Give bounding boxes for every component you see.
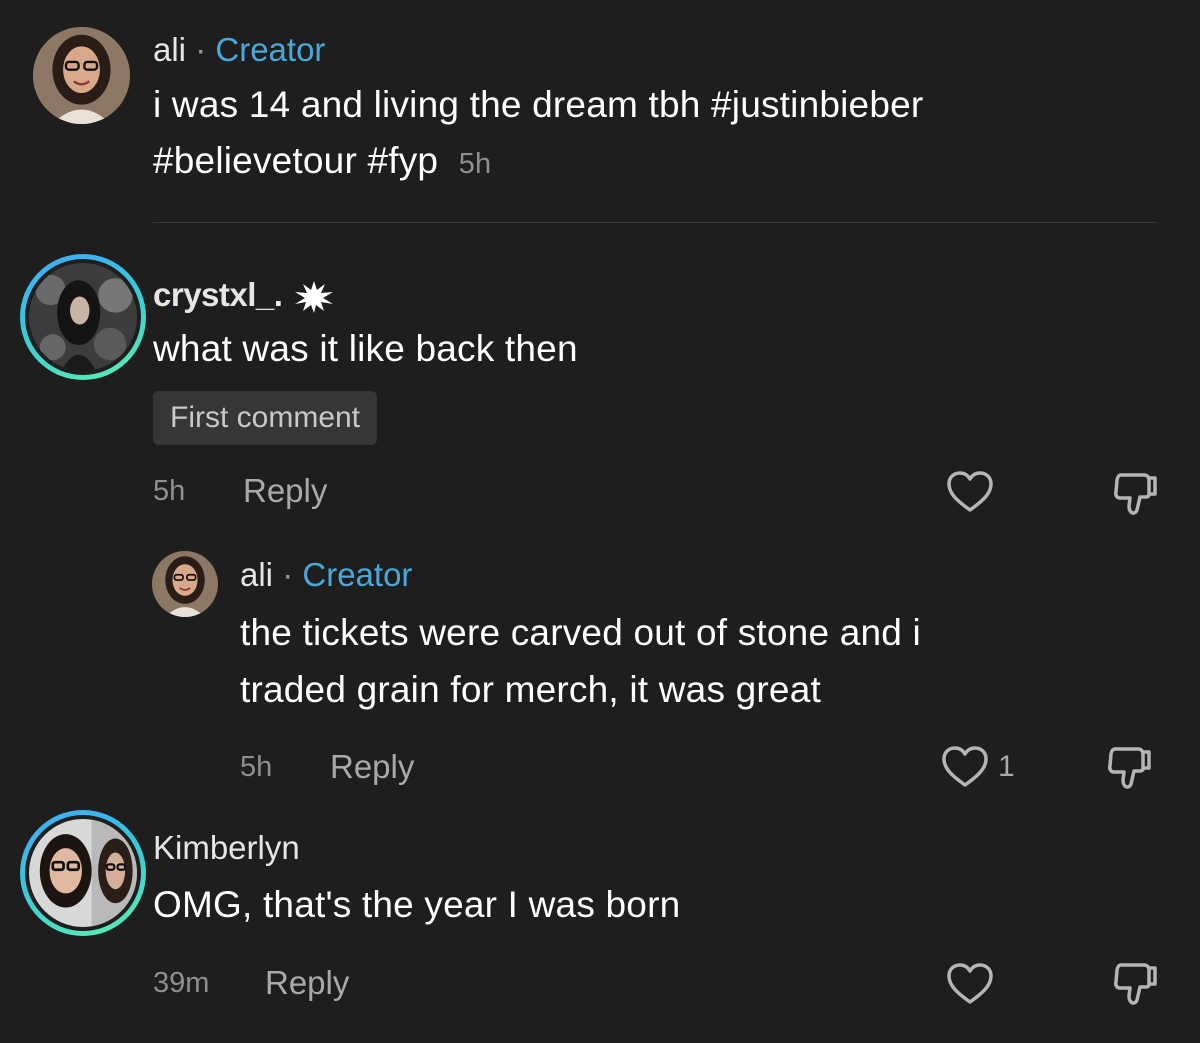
reply-author-line: ali · Creator xyxy=(240,556,412,594)
post-caption-line-2: #believetour #fyp 5h xyxy=(153,132,491,193)
heart-icon[interactable] xyxy=(941,745,989,789)
thumbs-down-icon[interactable] xyxy=(1111,470,1159,518)
post-author-name[interactable]: ali xyxy=(153,31,186,68)
reply-button[interactable]: Reply xyxy=(243,472,327,510)
first-comment-badge: First comment xyxy=(153,391,378,445)
post-caption-line-1: i was 14 and living the dream tbh #justi… xyxy=(153,84,924,125)
creator-label: Creator xyxy=(215,31,326,68)
reply-button[interactable]: Reply xyxy=(265,964,349,1002)
post-caption-hashtags[interactable]: #believetour #fyp xyxy=(153,140,438,181)
commenter-name-line: crystxl_. xyxy=(153,276,335,314)
reply-text-line-1: the tickets were carved out of stone and… xyxy=(240,612,921,653)
post-author-line: ali · Creator xyxy=(153,31,325,69)
post-time: 5h xyxy=(458,148,492,180)
heart-icon[interactable] xyxy=(946,962,994,1006)
separator-dot: · xyxy=(195,31,207,68)
thumbs-down-icon[interactable] xyxy=(1105,744,1153,792)
comment-time: 39m xyxy=(153,967,210,999)
divider xyxy=(153,222,1157,223)
heart-icon[interactable] xyxy=(946,470,994,514)
reply-time: 5h xyxy=(240,751,273,783)
reply-author-avatar[interactable] xyxy=(152,551,218,617)
commenter-name[interactable]: Kimberlyn xyxy=(153,829,300,867)
commenter-name[interactable]: crystxl_. xyxy=(153,276,283,313)
commenter-avatar-crystxl[interactable] xyxy=(20,254,146,380)
commenter-avatar-kimberlyn[interactable] xyxy=(20,810,146,936)
comment-text: OMG, that's the year I was born xyxy=(153,884,681,925)
post-author-avatar[interactable] xyxy=(33,27,130,124)
creator-label: Creator xyxy=(302,556,413,593)
sparkle-badge-icon xyxy=(293,280,335,314)
reply-text-line-2: traded grain for merch, it was great xyxy=(240,669,821,710)
reply-button[interactable]: Reply xyxy=(330,748,414,786)
reply-author-name[interactable]: ali xyxy=(240,556,273,593)
separator-dot: · xyxy=(282,556,294,593)
comment-text: what was it like back then xyxy=(153,328,578,369)
like-count: 1 xyxy=(998,750,1015,783)
thumbs-down-icon[interactable] xyxy=(1111,960,1159,1008)
comment-time: 5h xyxy=(153,475,186,507)
